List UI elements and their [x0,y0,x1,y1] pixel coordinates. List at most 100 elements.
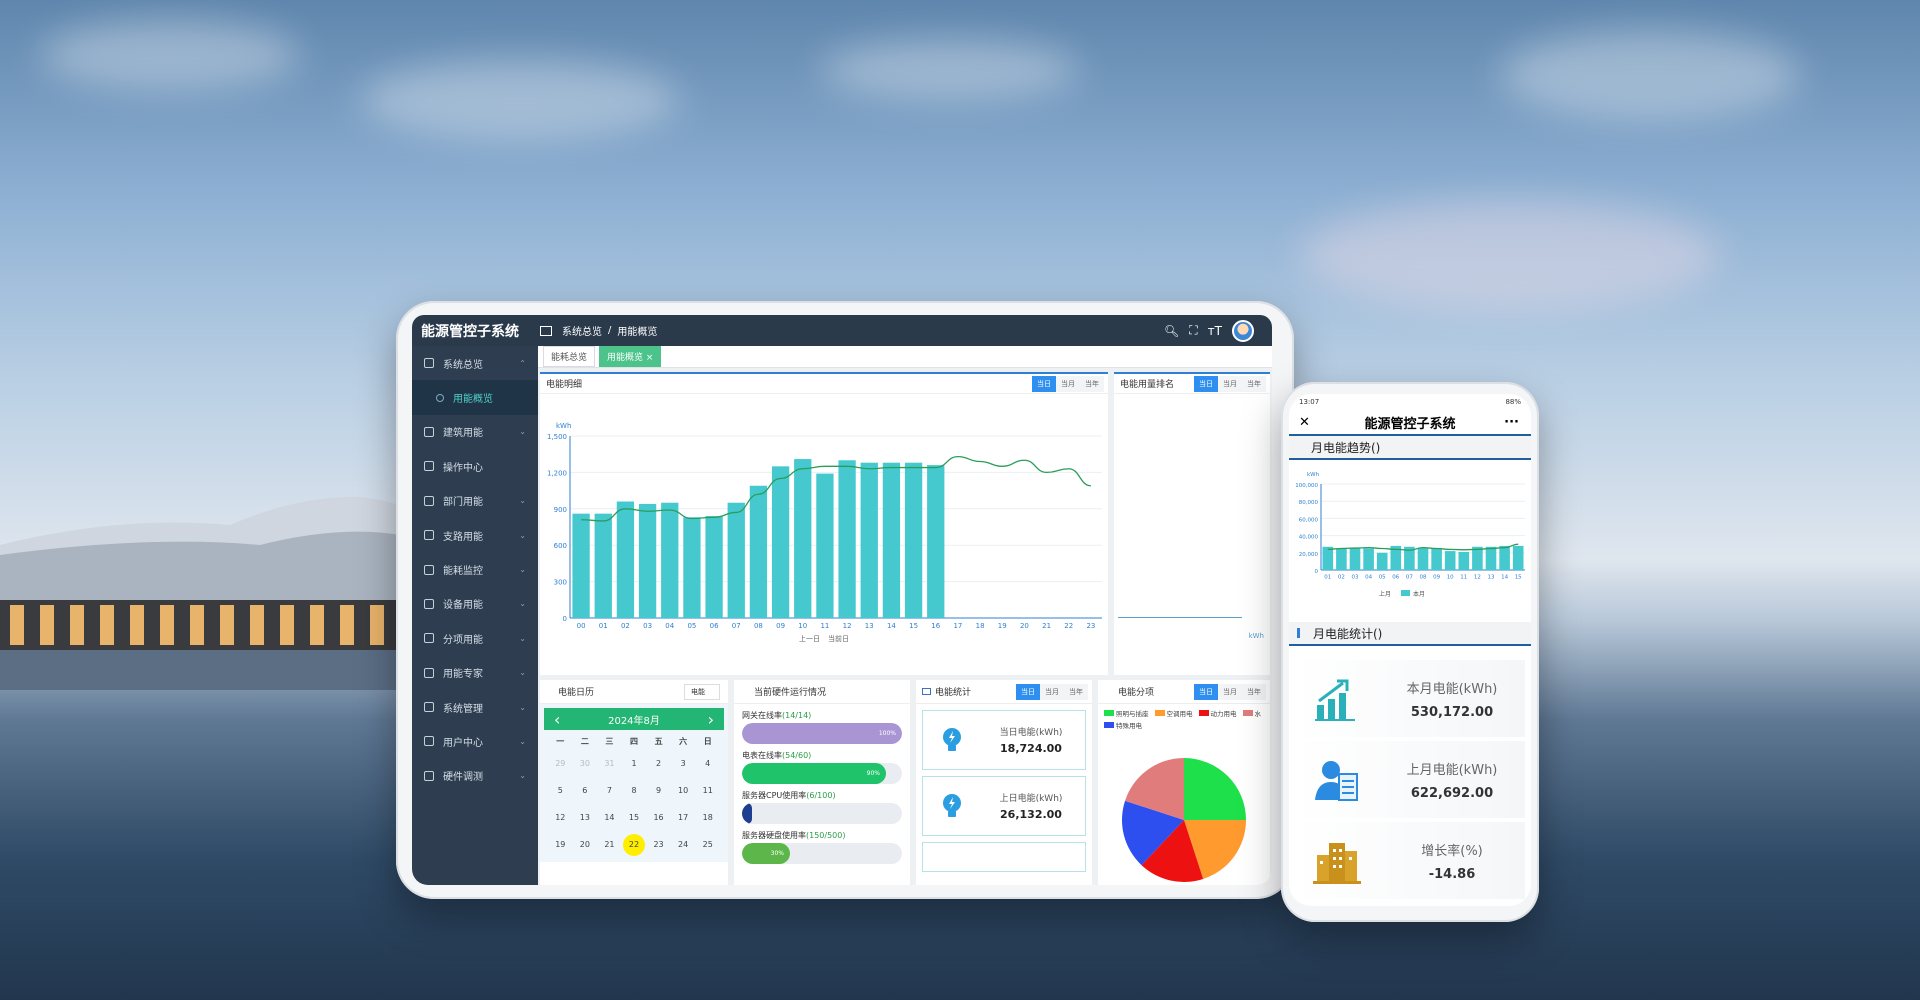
button-month[interactable]: 当月 [1218,375,1242,392]
button-year[interactable]: 当年 [1064,683,1088,700]
sidebar-item-subitem[interactable]: 分项用能 ⌄ [412,621,538,655]
bar [1376,552,1388,570]
button-today[interactable]: 当日 [1016,683,1040,700]
calendar-next-button[interactable]: › [708,710,714,729]
button-year[interactable]: 当年 [1080,375,1104,392]
tab-energy-overview[interactable]: 能耗总览 [543,346,596,367]
calendar-day[interactable]: 22 [622,831,647,858]
bar [683,517,701,618]
calendar-day[interactable]: 10 [671,777,696,804]
calendar-day[interactable]: 9 [646,777,671,804]
calendar-day[interactable]: 15 [622,804,647,831]
phone-screen: 13:07 88% ✕ 能源管控子系统 ··· 月电能趋势() kWh 0 20,0… [1289,394,1531,906]
calendar-day[interactable]: 19 [548,831,573,858]
sidebar-item-operation[interactable]: 操作中心 [412,449,538,483]
x-tick-label: 16 [931,622,940,630]
button-month[interactable]: 当月 [1056,375,1080,392]
breadcrumb-item[interactable]: 系统总览 [562,323,602,338]
calendar-day[interactable]: 24 [671,831,696,858]
search-icon[interactable]: 🔍︎ [1164,324,1179,338]
calendar-day[interactable]: 12 [548,804,573,831]
panel-calendar: 电能日历 电能 ‹ 2024年8月 › 一二三四五六日 29 30 31 1 2 3 4 5 6 7… [540,680,728,885]
calendar-day[interactable]: 8 [622,777,647,804]
calendar-day[interactable]: 16 [646,804,671,831]
legend-item[interactable]: 空调用电 [1154,708,1193,718]
legend-item[interactable]: 水 [1242,708,1261,718]
calendar-day[interactable]: 20 [573,831,598,858]
bar [771,466,790,618]
legend-item[interactable]: 特殊用电 [1104,720,1142,730]
calendar-day[interactable]: 5 [548,777,573,804]
calendar-day[interactable]: 29 [548,750,573,777]
font-size-icon[interactable]: тT [1208,324,1222,338]
panel-header: 当前硬件运行情况 [734,680,910,704]
sidebar-item-system[interactable]: 系统管理 ⌄ [412,690,538,724]
button-today[interactable]: 当日 [1194,375,1218,392]
calendar-day[interactable]: 11 [695,777,720,804]
button-month[interactable]: 当月 [1040,683,1064,700]
legend-item[interactable]: 动力用电 [1198,708,1237,718]
dot-icon [436,393,444,402]
calendar-day-number: 6 [582,786,588,795]
calendar-month-label: 2024年8月 [608,715,660,727]
bar [904,462,923,618]
calendar-type-select[interactable]: 电能 [684,683,720,700]
calendar-month-bar: ‹ 2024年8月 › [544,708,724,730]
button-month[interactable]: 当月 [1218,683,1242,700]
calendar-day[interactable]: 18 [695,804,720,831]
calendar-day[interactable]: 1 [622,750,647,777]
sidebar-item-overview[interactable]: 系统总览 ⌃ [412,346,538,380]
stat-card-yesterday: 上日电能(kWh) 26,132.00 [922,776,1086,836]
sidebar-item-building[interactable]: 建筑用能 ⌄ [412,415,538,449]
calendar-day[interactable]: 25 [695,831,720,858]
calendar-day[interactable]: 31 [597,750,622,777]
progress-bar: 30% [742,843,902,864]
x-tick-label: 08 [1420,575,1427,581]
panel-header: 电能分项 当日 当月 当年 [1098,680,1270,704]
sidebar-item-usage-overview[interactable]: 用能概览 [412,380,538,415]
calendar-day[interactable]: 30 [573,750,598,777]
calendar-day[interactable]: 13 [573,804,598,831]
calendar-day[interactable]: 4 [695,750,720,777]
calendar-day[interactable]: 14 [597,804,622,831]
legend-item[interactable]: 照明与插座 [1104,708,1149,718]
sidebar-item-user[interactable]: 用户中心 ⌄ [412,724,538,758]
calendar-day[interactable]: 2 [646,750,671,777]
calendar-day-number: 8 [631,786,637,795]
sidebar-item-monitor[interactable]: 能耗监控 ⌄ [412,552,538,586]
more-icon[interactable]: ··· [1504,415,1519,430]
button-year[interactable]: 当年 [1242,375,1266,392]
sidebar-item-branch[interactable]: 支路用能 ⌄ [412,518,538,552]
tab-usage-overview[interactable]: 用能概览 × [599,346,662,367]
close-icon[interactable]: ✕ [1299,415,1310,430]
calendar-prev-button[interactable]: ‹ [554,710,560,729]
x-tick-label: 19 [998,622,1007,630]
calendar-day[interactable]: 21 [597,831,622,858]
calendar-day[interactable]: 3 [671,750,696,777]
bar [1458,551,1470,570]
calendar-day[interactable]: 7 [597,777,622,804]
x-tick-label: 06 [1392,575,1399,581]
y-axis-label: kWh [1307,472,1320,478]
bar [616,501,635,618]
bar [1336,548,1347,570]
calendar-day[interactable]: 17 [671,804,696,831]
sidebar-item-expert[interactable]: 用能专家 ⌄ [412,656,538,690]
sidebar-item-department[interactable]: 部门用能 ⌄ [412,484,538,518]
breadcrumb-separator: / [608,325,612,336]
calendar-day[interactable]: 6 [573,777,598,804]
calendar-day-number: 30 [579,759,590,768]
avatar[interactable] [1232,319,1254,342]
button-today[interactable]: 当日 [1194,683,1218,700]
progress-bar: 90% [742,763,902,784]
x-tick-label: 21 [1042,622,1051,630]
button-year[interactable]: 当年 [1242,683,1266,700]
menu-toggle-icon[interactable] [540,325,552,336]
fullscreen-icon[interactable]: ⛶ [1189,323,1197,338]
calendar-day-number: 1 [631,759,637,768]
x-tick-label: 11 [1460,575,1467,581]
sidebar-item-device[interactable]: 设备用能 ⌄ [412,587,538,621]
calendar-day[interactable]: 23 [646,831,671,858]
sidebar-item-hardware[interactable]: 硬件调测 ⌄ [412,759,538,793]
button-today[interactable]: 当日 [1032,375,1056,392]
